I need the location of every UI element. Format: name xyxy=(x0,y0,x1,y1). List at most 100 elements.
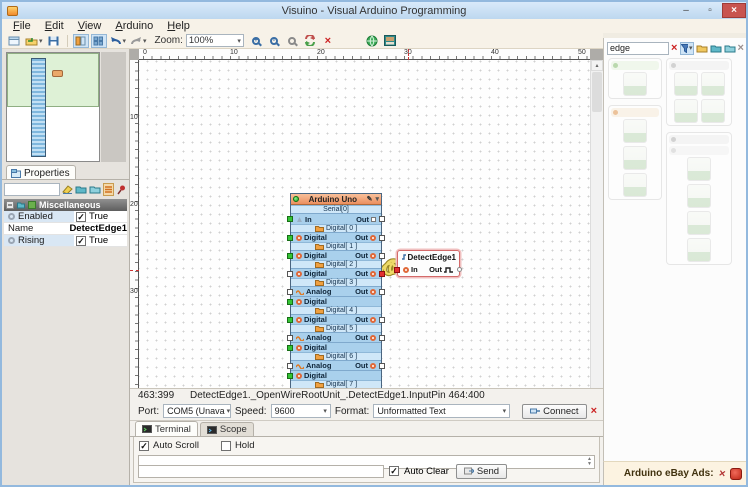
minimize-button[interactable]: – xyxy=(674,3,698,18)
component-thumbnail[interactable] xyxy=(674,72,698,96)
close-palette-icon[interactable]: × xyxy=(738,42,745,55)
component-search-input[interactable] xyxy=(607,42,669,55)
tab-terminal[interactable]: Terminal xyxy=(135,421,198,436)
component-thumbnail[interactable] xyxy=(674,99,698,123)
channel-out-pin[interactable] xyxy=(379,289,385,295)
connect-button[interactable]: Connect xyxy=(522,404,586,419)
overview-minimap[interactable] xyxy=(6,52,100,162)
property-row-enabled[interactable]: Enabled✓True xyxy=(4,211,127,223)
zoom-fit-icon[interactable] xyxy=(284,34,300,48)
collapse-categories-icon[interactable] xyxy=(724,42,736,55)
menu-item-view[interactable]: View xyxy=(71,20,109,32)
component-thumbnail[interactable] xyxy=(623,173,647,197)
channel-out-pin[interactable] xyxy=(379,317,385,323)
undo-icon[interactable]: ▾ xyxy=(109,34,128,48)
channel-out-pin[interactable] xyxy=(379,235,385,241)
filter-button[interactable]: ▾ xyxy=(680,42,694,55)
component-thumbnail[interactable] xyxy=(687,211,711,235)
channel-out-pin[interactable] xyxy=(379,363,385,369)
ads-tools-icon[interactable]: × xyxy=(718,467,726,480)
save-icon[interactable] xyxy=(46,34,62,48)
component-thumbnail[interactable] xyxy=(687,184,711,208)
property-row-name[interactable]: NameDetectEdge1 xyxy=(4,223,127,235)
channel-in-pin[interactable] xyxy=(287,317,293,323)
ads-close-icon[interactable] xyxy=(730,468,742,480)
detectedge-header[interactable]: DetectEdge1 xyxy=(398,251,459,263)
format-select[interactable]: Unformatted Text▾ xyxy=(373,404,510,418)
property-checkbox[interactable]: ✓ xyxy=(76,212,86,222)
compile-icon[interactable] xyxy=(302,34,318,48)
zoom-out-icon[interactable]: - xyxy=(266,34,282,48)
serial-out-pin[interactable] xyxy=(379,216,385,222)
serial-in-pin[interactable] xyxy=(287,216,293,222)
new-category-icon[interactable] xyxy=(696,42,708,55)
pin-icon[interactable] xyxy=(116,183,127,196)
component-category-card[interactable] xyxy=(608,105,662,200)
redo-icon[interactable]: ▾ xyxy=(129,34,148,48)
tab-scope[interactable]: Scope xyxy=(200,422,254,436)
send-button[interactable]: Send xyxy=(456,464,507,479)
channel-in-pin[interactable] xyxy=(287,363,293,369)
auto-scroll-checkbox[interactable]: ✓ xyxy=(139,441,149,451)
component-thumbnail[interactable] xyxy=(623,72,647,96)
channel-in-pin[interactable] xyxy=(287,235,293,241)
canvas-vertical-scrollbar[interactable]: ▴ ▾ xyxy=(590,60,603,388)
channel-in-pin[interactable] xyxy=(287,299,293,305)
speed-select[interactable]: 9600▾ xyxy=(271,404,331,418)
component-thumbnail[interactable] xyxy=(687,238,711,262)
component-thumbnail[interactable] xyxy=(623,146,647,170)
component-thumbnail[interactable] xyxy=(623,119,647,143)
channel-in-pin[interactable] xyxy=(287,289,293,295)
collapse-category-icon[interactable] xyxy=(6,201,14,209)
expand-all-icon[interactable] xyxy=(75,183,87,196)
scroll-up-icon[interactable]: ▴ xyxy=(591,60,603,71)
component-detectedge1[interactable]: DetectEdge1 In Out xyxy=(397,250,460,277)
detectedge-out-pin[interactable] xyxy=(457,267,462,272)
structure-view-toggle[interactable] xyxy=(73,34,89,48)
minimap-viewport[interactable] xyxy=(7,53,99,107)
port-select[interactable]: COM5 (Unava▾ xyxy=(163,404,231,418)
maximize-button[interactable]: ▫ xyxy=(698,3,722,18)
properties-filter-input[interactable] xyxy=(4,183,60,196)
menu-item-file[interactable]: File xyxy=(6,20,38,32)
grid-view-toggle[interactable] xyxy=(91,34,107,48)
delete-icon[interactable]: × xyxy=(320,34,336,48)
channel-in-pin[interactable] xyxy=(287,253,293,259)
zoom-select[interactable]: 100%▾ xyxy=(186,34,244,47)
hold-checkbox[interactable] xyxy=(221,441,231,451)
collapse-all-icon[interactable] xyxy=(89,183,101,196)
component-thumbnail[interactable] xyxy=(701,72,725,96)
send-input[interactable] xyxy=(138,465,384,478)
new-project-icon[interactable] xyxy=(6,34,22,48)
component-category-card[interactable] xyxy=(666,58,732,126)
channel-out-pin[interactable] xyxy=(379,253,385,259)
component-arduino-uno[interactable]: Arduino Uno✎▾Serial[0]InOutDigital[ 0 ]D… xyxy=(290,193,382,388)
detectedge-in-pin[interactable] xyxy=(394,267,400,273)
component-thumbnail[interactable] xyxy=(701,99,725,123)
scrollbar-thumb[interactable] xyxy=(592,72,602,112)
channel-out-pin-wired[interactable] xyxy=(379,271,385,277)
menu-item-edit[interactable]: Edit xyxy=(38,20,71,32)
property-category-header[interactable]: Miscellaneous xyxy=(4,199,127,211)
arduino-upload-icon[interactable] xyxy=(382,34,398,48)
clear-search-icon[interactable]: × xyxy=(671,42,678,55)
close-button[interactable]: × xyxy=(722,3,746,18)
help-web-icon[interactable] xyxy=(364,34,380,48)
property-checkbox[interactable]: ✓ xyxy=(76,236,86,246)
channel-in-pin[interactable] xyxy=(287,373,293,379)
design-canvas[interactable]: Arduino Uno✎▾Serial[0]InOutDigital[ 0 ]D… xyxy=(139,60,590,388)
menu-item-help[interactable]: Help xyxy=(160,20,197,32)
board-menu-icon[interactable]: ▾ xyxy=(375,195,379,203)
channel-in-pin[interactable] xyxy=(287,335,293,341)
expand-categories-icon[interactable] xyxy=(710,42,722,55)
component-category-card[interactable] xyxy=(608,58,662,99)
channel-in-pin[interactable] xyxy=(287,345,293,351)
clear-filter-icon[interactable] xyxy=(62,183,73,196)
component-thumbnail[interactable] xyxy=(687,157,711,181)
component-category-card[interactable] xyxy=(666,132,732,265)
channel-out-pin[interactable] xyxy=(379,335,385,341)
auto-clear-checkbox[interactable]: ✓ xyxy=(389,466,399,476)
channel-in-pin[interactable] xyxy=(287,271,293,277)
board-header[interactable]: Arduino Uno✎▾ xyxy=(291,194,381,205)
close-connection-panel-icon[interactable]: × xyxy=(591,405,597,417)
